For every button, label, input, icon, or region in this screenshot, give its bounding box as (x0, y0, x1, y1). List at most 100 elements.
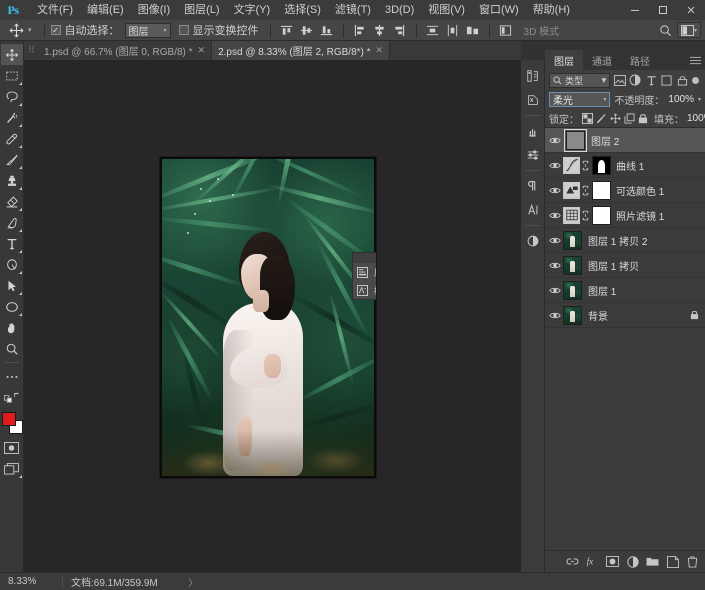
new-group-button[interactable] (643, 552, 662, 572)
layer-visibility-eye-icon[interactable] (547, 128, 563, 153)
lock-position-icon[interactable] (610, 111, 621, 125)
color-swatches[interactable] (1, 411, 23, 437)
lasso-tool[interactable] (1, 86, 23, 107)
gradient-tool[interactable] (1, 212, 23, 233)
current-tool-icon[interactable] (4, 21, 28, 40)
edit-toolbar-button[interactable] (1, 366, 23, 387)
path-selection-tool[interactable] (1, 275, 23, 296)
menu-select[interactable]: 选择(S) (277, 0, 328, 20)
close-button[interactable] (677, 0, 705, 20)
auto-select-checkbox[interactable]: ✓ (50, 25, 61, 35)
layer-visibility-eye-icon[interactable] (547, 153, 563, 178)
layer-filter-type-dropdown[interactable]: 类型 ▾ (549, 72, 611, 88)
tab-dock-grip[interactable]: ⠿ (24, 41, 38, 60)
lock-artboard-nesting-icon[interactable] (624, 111, 635, 125)
layer-row[interactable]: 图层 1 拷贝 (545, 253, 705, 278)
menu-help[interactable]: 帮助(H) (526, 0, 577, 20)
panel-tab-1[interactable]: 通道 (583, 50, 621, 70)
layer-thumbnail[interactable] (563, 280, 582, 300)
layer-visibility-eye-icon[interactable] (547, 203, 563, 228)
mask-link-icon[interactable] (581, 160, 590, 171)
menu-filter[interactable]: 滤镜(T) (328, 0, 378, 20)
zoom-level[interactable]: 8.33% (0, 576, 62, 587)
eraser-tool[interactable] (1, 191, 23, 212)
opacity-value[interactable]: 100% (668, 94, 694, 105)
document-canvas[interactable]: « ✕ 属… 样… (160, 157, 376, 478)
filter-adjustment-icon[interactable] (629, 73, 642, 87)
layer-row[interactable]: 背景 (545, 303, 705, 328)
layer-visibility-eye-icon[interactable] (547, 278, 563, 303)
distribute-top-button[interactable] (423, 21, 443, 40)
distribute-bottom-button[interactable] (463, 21, 483, 40)
menu-3d[interactable]: 3D(D) (378, 0, 421, 20)
layer-thumbnail[interactable] (564, 128, 587, 152)
opacity-slider-caret-icon[interactable]: ▾ (698, 96, 701, 103)
color-panel-icon[interactable] (522, 64, 544, 88)
layer-name[interactable]: 曲线 1 (616, 158, 644, 173)
menu-type[interactable]: 文字(Y) (227, 0, 278, 20)
filter-shape-icon[interactable] (661, 73, 674, 87)
add-layer-mask-button[interactable] (603, 552, 622, 572)
photo-filter-icon[interactable] (563, 206, 580, 224)
menu-layer[interactable]: 图层(L) (177, 0, 226, 20)
properties-panel-icon[interactable] (522, 143, 544, 167)
new-layer-button[interactable] (663, 552, 682, 572)
layer-visibility-eye-icon[interactable] (547, 178, 563, 203)
delete-layer-button[interactable] (683, 552, 702, 572)
pen-tool[interactable] (1, 254, 23, 275)
panel-tab-0[interactable]: 图层 (545, 50, 583, 70)
screen-mode-icon[interactable] (1, 458, 23, 479)
ellipse-tool[interactable] (1, 296, 23, 317)
curves-icon[interactable] (563, 156, 580, 174)
panel-tab-2[interactable]: 路径 (621, 50, 659, 70)
default-and-swap-colors[interactable] (1, 387, 23, 408)
align-distribute-options-button[interactable] (496, 21, 516, 40)
layer-visibility-eye-icon[interactable] (547, 253, 563, 278)
filter-type-icon[interactable] (645, 73, 658, 87)
new-adjustment-layer-button[interactable] (623, 552, 642, 572)
fill-value[interactable]: 100% (687, 113, 705, 124)
align-vertical-centers-button[interactable] (297, 21, 317, 40)
menu-file[interactable]: 文件(F) (30, 0, 80, 20)
move-tool[interactable] (0, 44, 23, 65)
floating-panel-row-styles[interactable]: 样… (353, 281, 376, 299)
auto-select-target-dropdown[interactable]: 图层 ▾ (124, 22, 171, 38)
lock-image-pixels-icon[interactable] (596, 111, 607, 125)
paragraph-panel-icon[interactable] (522, 174, 544, 198)
align-right-edges-button[interactable] (390, 21, 410, 40)
layer-name[interactable]: 图层 1 拷贝 (588, 258, 639, 273)
layer-style-button[interactable]: fx (583, 552, 602, 572)
filter-pixel-icon[interactable] (613, 73, 626, 87)
floating-panel-dock[interactable]: « ✕ 属… 样… (352, 252, 376, 300)
canvas-area[interactable]: « ✕ 属… 样… (24, 60, 521, 572)
close-icon[interactable]: ✕ (198, 45, 206, 56)
layer-mask-thumbnail[interactable] (592, 155, 611, 175)
align-bottom-edges-button[interactable] (317, 21, 337, 40)
panel-menu-icon[interactable] (689, 55, 701, 65)
filter-smart-object-icon[interactable] (676, 73, 689, 87)
clone-stamp-tool[interactable] (1, 170, 23, 191)
rectangular-marquee-tool[interactable] (1, 65, 23, 86)
brush-tool[interactable] (1, 149, 23, 170)
layer-mask-thumbnail[interactable] (592, 180, 611, 200)
layer-name[interactable]: 图层 1 (588, 283, 616, 298)
layer-list[interactable]: 图层 2 曲线 1 可选颜色 1 照片滤镜 1 图层 1 拷贝 2 图层 1 拷贝 图层 1… (545, 128, 705, 550)
distribute-vertical-center-button[interactable] (443, 21, 463, 40)
character-panel-icon[interactable] (522, 198, 544, 222)
document-tab-2[interactable]: 2.psd @ 8.33% (图层 2, RGB/8*) * ✕ (212, 41, 391, 60)
adjustments-panel-icon[interactable] (522, 88, 544, 112)
layer-row[interactable]: 图层 2 (545, 128, 705, 153)
mask-link-icon[interactable] (581, 210, 590, 221)
menu-view[interactable]: 视图(V) (421, 0, 472, 20)
search-icon[interactable] (655, 21, 677, 40)
menu-image[interactable]: 图像(I) (131, 0, 177, 20)
hand-tool[interactable] (1, 317, 23, 338)
floating-panel-header[interactable]: « ✕ (353, 253, 376, 263)
minimize-button[interactable] (621, 0, 649, 20)
layer-row[interactable]: 可选颜色 1 (545, 178, 705, 203)
align-top-edges-button[interactable] (277, 21, 297, 40)
layer-name[interactable]: 照片滤镜 1 (616, 208, 664, 223)
mask-link-icon[interactable] (581, 185, 590, 196)
show-transform-controls-checkbox[interactable] (178, 25, 189, 35)
floating-panel-row-properties[interactable]: 属… (353, 263, 376, 281)
